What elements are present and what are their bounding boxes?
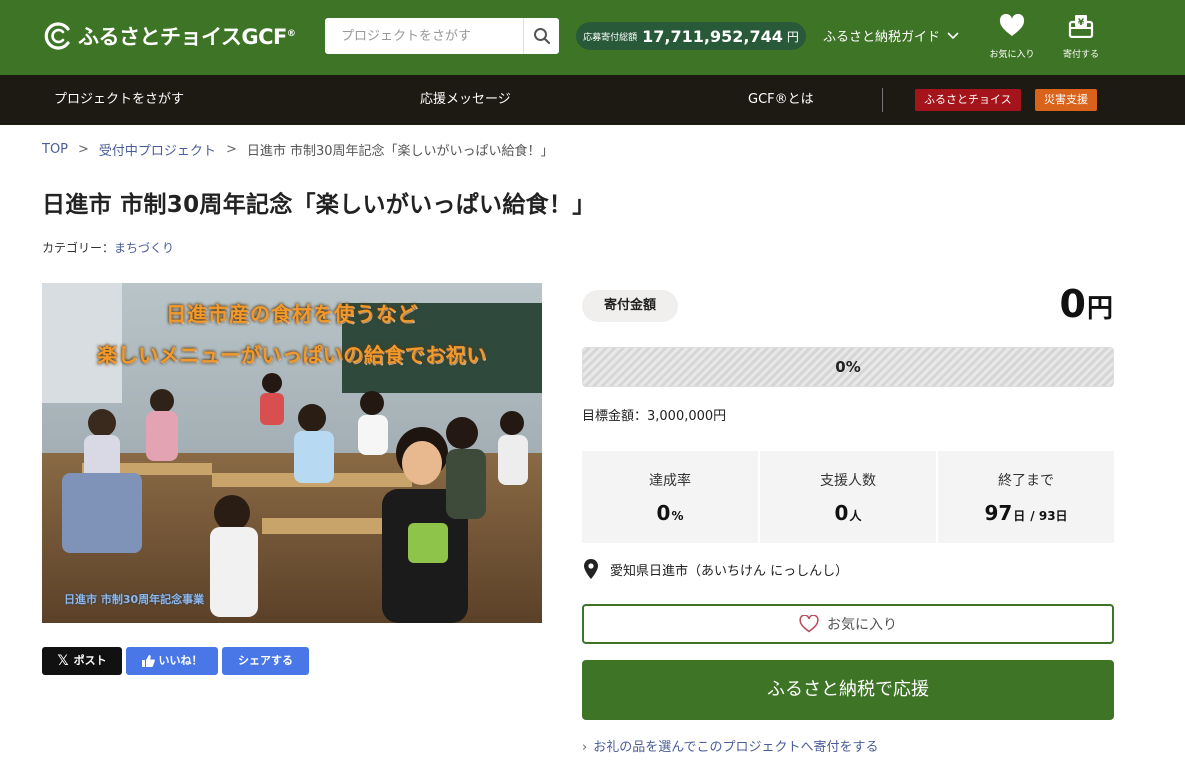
classroom-photo xyxy=(42,283,542,623)
breadcrumb-top[interactable]: TOP xyxy=(42,142,68,157)
header-favorites-button[interactable]: お気に入り xyxy=(982,13,1042,60)
search-input[interactable] xyxy=(325,18,523,54)
facebook-share-label: シェアする xyxy=(238,654,293,667)
progress-bar-label: 0% xyxy=(835,358,861,376)
facebook-like-button[interactable]: いいね！ xyxy=(126,647,218,675)
header-donate-label: 寄付する xyxy=(1062,50,1099,60)
furusato-support-button[interactable]: ふるさと納税で応援 xyxy=(582,660,1114,720)
x-post-button[interactable]: 𝕏 ポスト xyxy=(42,647,122,675)
donation-amount-value: 0 xyxy=(1059,282,1086,326)
donation-amount-unit: 円 xyxy=(1086,294,1113,324)
add-favorite-button[interactable]: お気に入り xyxy=(582,604,1114,644)
donation-amount-label: 寄付金額 xyxy=(582,290,678,322)
header-favorites-label: お気に入り xyxy=(989,50,1035,60)
stat-value: 0% xyxy=(656,501,684,525)
image-caption-line2: 楽しいメニューがいっぱいの給食でお祝い xyxy=(97,343,487,367)
chevron-right-icon: › xyxy=(582,740,588,755)
nav-badge-disaster-support[interactable]: 災害支援 xyxy=(1035,89,1097,111)
project-main-image: 日進市産の食材を使うなど 楽しいメニューがいっぱいの給食でお祝い 日進市 市制3… xyxy=(42,283,542,623)
breadcrumb-accepting-projects[interactable]: 受付中プロジェクト xyxy=(99,140,216,159)
breadcrumb-separator: > xyxy=(78,142,89,157)
stat-achievement-rate: 達成率 0% xyxy=(582,451,758,543)
project-category: カテゴリー：まちづくり xyxy=(42,239,174,256)
gift-selection-link[interactable]: › お礼の品を選んでこのプロジェクトへ寄付をする xyxy=(582,736,879,755)
x-post-label: ポスト xyxy=(73,654,107,667)
image-caption-footer: 日進市 市制30周年記念事業 xyxy=(64,593,205,606)
heart-icon xyxy=(999,13,1025,37)
logo-mark-icon xyxy=(42,21,72,51)
site-header: ふるさとチョイスGCF® 応募寄付総額 17,711,952,744 円 ふるさ… xyxy=(0,0,1185,75)
page-title: 日進市 市制30周年記念「楽しいがいっぱい給食！」 xyxy=(42,192,596,218)
nav-badge-furusato-choice[interactable]: ふるさとチョイス xyxy=(915,89,1021,111)
svg-text:¥: ¥ xyxy=(1078,18,1085,28)
nav-divider xyxy=(882,88,883,112)
map-pin-icon xyxy=(584,559,598,579)
breadcrumb-separator: > xyxy=(225,142,237,157)
category-link[interactable]: まちづくり xyxy=(114,241,174,255)
stat-value: 0人 xyxy=(834,501,862,525)
goal-amount: 目標金額：3,000,000円 xyxy=(582,409,727,424)
nav-item-about-gcf[interactable]: GCF®とは xyxy=(748,75,814,125)
breadcrumb-current: 日進市 市制30周年記念「楽しいがいっぱい給食！」 xyxy=(246,144,554,159)
stat-label: 終了まで xyxy=(998,473,1054,489)
logo-text: ふるさとチョイスGCF® xyxy=(78,25,296,49)
furusato-guide-menu[interactable]: ふるさと納税ガイド xyxy=(823,26,959,45)
header-donate-button[interactable]: ¥ 寄付する xyxy=(1051,14,1111,60)
thumbs-up-icon xyxy=(141,655,155,667)
project-location: 愛知県日進市（あいちけん にっしんし） xyxy=(584,559,848,579)
facebook-share-button[interactable]: シェアする xyxy=(222,647,309,675)
donate-box-icon: ¥ xyxy=(1068,15,1094,39)
x-logo-icon: 𝕏 xyxy=(57,653,69,669)
donation-amount: 0円 xyxy=(1060,282,1113,326)
stat-label: 達成率 xyxy=(649,473,691,489)
location-text: 愛知県日進市（あいちけん にっしんし） xyxy=(610,563,849,579)
add-favorite-label: お気に入り xyxy=(827,617,897,633)
search-box xyxy=(325,18,559,54)
heart-outline-icon xyxy=(799,615,819,633)
search-button[interactable] xyxy=(523,18,559,54)
site-logo[interactable]: ふるさとチョイスGCF® xyxy=(42,20,296,52)
total-donations-unit: 円 xyxy=(786,29,799,44)
stat-remaining-days: 終了まで 97日/ 93日 xyxy=(938,451,1114,543)
nav-item-messages[interactable]: 応援メッセージ xyxy=(420,75,511,125)
main-nav: プロジェクトをさがす 応援メッセージ GCF®とは ふるさとチョイス 災害支援 xyxy=(0,75,1185,125)
breadcrumb: TOP > 受付中プロジェクト > 日進市 市制30周年記念「楽しいがいっぱい給… xyxy=(42,140,554,159)
progress-bar: 0% xyxy=(582,347,1114,387)
search-icon xyxy=(533,28,550,45)
image-caption-line1: 日進市産の食材を使うなど xyxy=(166,302,418,326)
total-donations-label: 応募寄付総額 xyxy=(583,32,638,43)
stat-label: 支援人数 xyxy=(820,473,876,489)
stat-supporters: 支援人数 0人 xyxy=(760,451,936,543)
gift-selection-label: お礼の品を選んでこのプロジェクトへ寄付をする xyxy=(593,740,879,755)
total-donations-amount: 17,711,952,744 xyxy=(642,26,783,46)
facebook-like-label: いいね！ xyxy=(158,654,203,667)
nav-item-search-projects[interactable]: プロジェクトをさがす xyxy=(54,75,184,125)
total-donations-badge: 応募寄付総額 17,711,952,744 円 xyxy=(576,22,806,50)
chevron-down-icon xyxy=(947,31,959,39)
category-label: カテゴリー： xyxy=(42,241,115,255)
stat-value: 97日/ 93日 xyxy=(984,501,1068,525)
furusato-guide-label: ふるさと納税ガイド xyxy=(823,30,941,45)
